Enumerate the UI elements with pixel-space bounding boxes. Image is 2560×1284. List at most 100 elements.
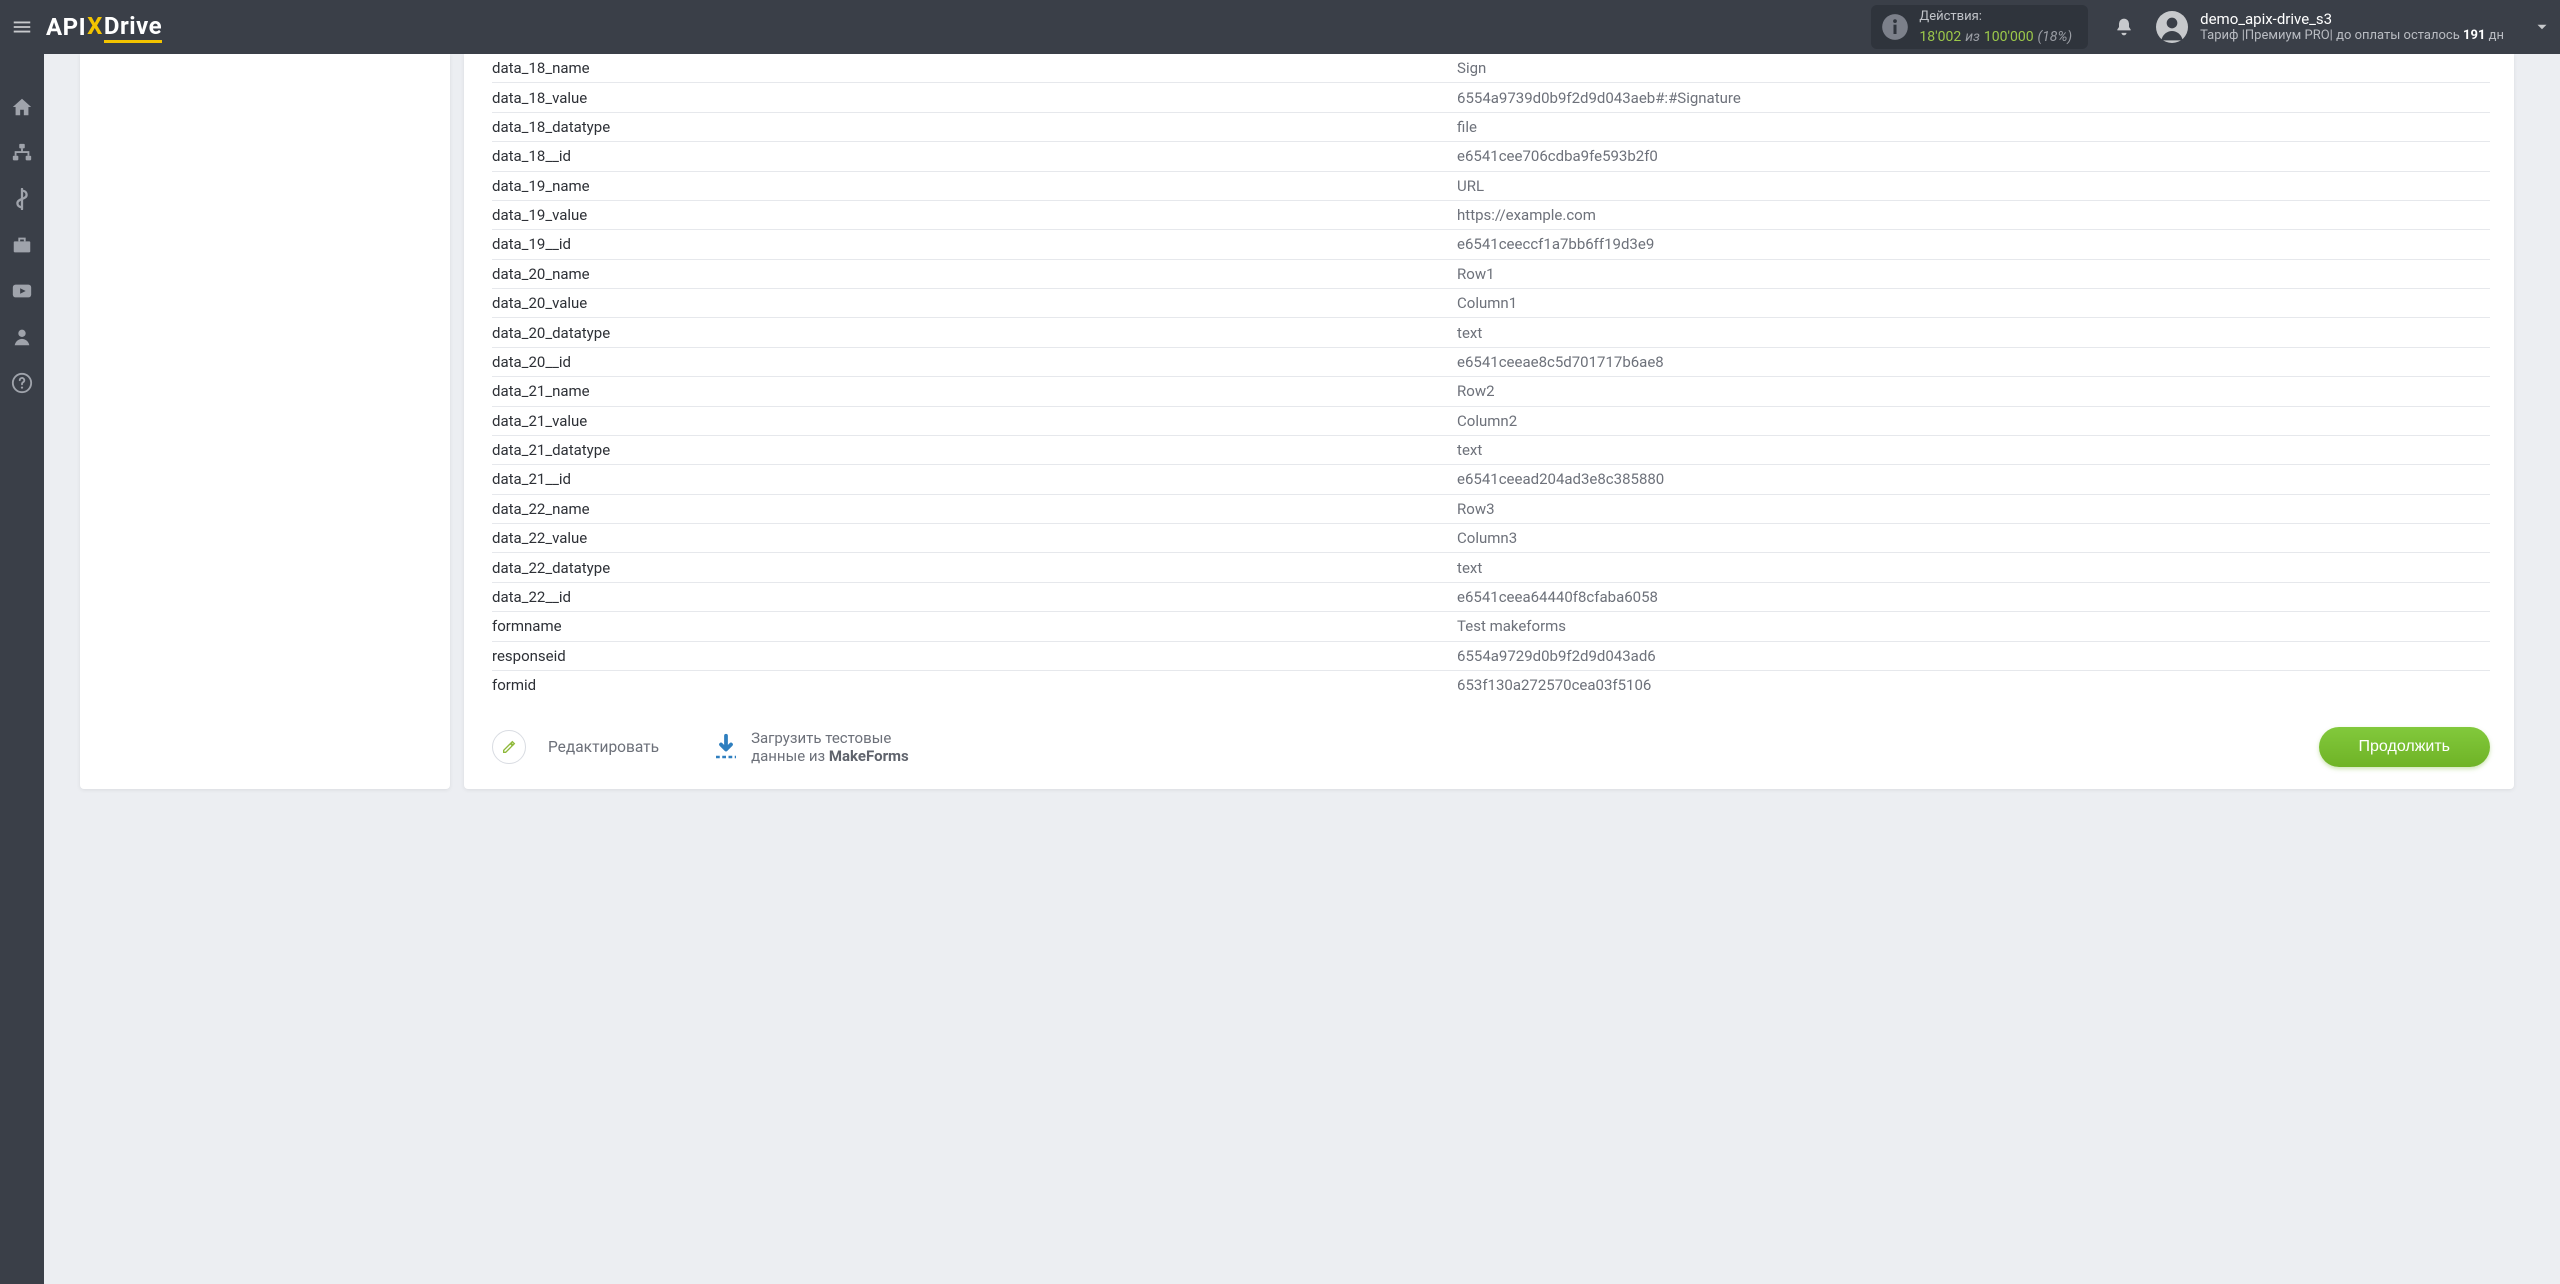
- edit-button[interactable]: [492, 730, 526, 764]
- row-value: 6554a9729d0b9f2d9d043ad6: [1457, 641, 2490, 670]
- load-text: Загрузить тестовые данные из MakeForms: [751, 729, 909, 765]
- table-row: data_20__ide6541ceeae8c5d701717b6ae8: [492, 347, 2490, 376]
- left-panel: [80, 54, 450, 789]
- row-value: Column1: [1457, 289, 2490, 318]
- table-row: data_19_nameURL: [492, 171, 2490, 200]
- main-panel: data_18_nameSigndata_18_value6554a9739d0…: [464, 54, 2514, 789]
- row-key: data_21__id: [492, 465, 1457, 494]
- row-value: text: [1457, 553, 2490, 582]
- actions-counter[interactable]: Действия: 18'002 из 100'000 (18%): [1871, 5, 2088, 48]
- download-icon: [711, 732, 741, 762]
- actions-total: 100'000: [1984, 29, 2034, 45]
- edit-label[interactable]: Редактировать: [548, 738, 659, 756]
- actions-pct: (18%): [2038, 29, 2073, 45]
- row-value: Sign: [1457, 54, 2490, 83]
- row-value: Test makeforms: [1457, 612, 2490, 641]
- row-key: data_19_value: [492, 200, 1457, 229]
- table-row: data_20_datatypetext: [492, 318, 2490, 347]
- user-name: demo_apix-drive_s3: [2200, 10, 2504, 29]
- data-table-wrap: data_18_nameSigndata_18_value6554a9739d0…: [464, 54, 2514, 713]
- row-key: formname: [492, 612, 1457, 641]
- help-icon[interactable]: [11, 372, 33, 394]
- row-value: 6554a9739d0b9f2d9d043aeb#:#Signature: [1457, 83, 2490, 112]
- row-value: Column2: [1457, 406, 2490, 435]
- actions-of: из: [1965, 29, 1980, 45]
- row-value: 653f130a272570cea03f5106: [1457, 670, 2490, 699]
- avatar-icon: [2156, 11, 2188, 43]
- table-row: data_21__ide6541ceead204ad3e8c385880: [492, 465, 2490, 494]
- bell-icon: [2114, 16, 2134, 38]
- chevron-down-icon: [2533, 18, 2551, 36]
- row-key: data_21_value: [492, 406, 1457, 435]
- row-key: data_22_datatype: [492, 553, 1457, 582]
- info-icon: [1881, 13, 1909, 41]
- row-key: data_18_datatype: [492, 112, 1457, 141]
- brand-part2: Drive: [104, 12, 162, 43]
- data-table: data_18_nameSigndata_18_value6554a9739d0…: [492, 54, 2490, 699]
- table-row: formnameTest makeforms: [492, 612, 2490, 641]
- user-dropdown-toggle[interactable]: [2524, 18, 2560, 36]
- notifications-button[interactable]: [2106, 16, 2142, 38]
- row-key: formid: [492, 670, 1457, 699]
- table-row: responseid6554a9729d0b9f2d9d043ad6: [492, 641, 2490, 670]
- table-row: data_18_nameSign: [492, 54, 2490, 83]
- continue-button[interactable]: Продолжить: [2319, 727, 2490, 767]
- row-key: data_22_name: [492, 494, 1457, 523]
- table-row: data_22__ide6541ceea64440f8cfaba6058: [492, 582, 2490, 611]
- row-value: e6541ceeccf1a7bb6ff19d3e9: [1457, 230, 2490, 259]
- row-value: Column3: [1457, 524, 2490, 553]
- table-row: data_22_datatypetext: [492, 553, 2490, 582]
- user-menu[interactable]: demo_apix-drive_s3 Тариф |Премиум PRO| д…: [2156, 10, 2524, 45]
- pencil-icon: [501, 739, 517, 755]
- row-key: data_21_name: [492, 377, 1457, 406]
- actions-label: Действия:: [1919, 9, 2072, 25]
- row-value: text: [1457, 318, 2490, 347]
- row-value: text: [1457, 435, 2490, 464]
- brand-logo[interactable]: APIXDrive: [46, 12, 162, 43]
- table-row: data_22_valueColumn3: [492, 524, 2490, 553]
- table-row: data_22_nameRow3: [492, 494, 2490, 523]
- account-icon[interactable]: [11, 326, 33, 348]
- hamburger-icon: [11, 16, 33, 38]
- table-row: data_21_datatypetext: [492, 435, 2490, 464]
- row-key: data_20_datatype: [492, 318, 1457, 347]
- row-value: https://example.com: [1457, 200, 2490, 229]
- row-value: e6541cee706cdba9fe593b2f0: [1457, 142, 2490, 171]
- row-key: data_18__id: [492, 142, 1457, 171]
- table-row: data_18_datatypefile: [492, 112, 2490, 141]
- row-key: data_21_datatype: [492, 435, 1457, 464]
- row-key: data_20__id: [492, 347, 1457, 376]
- table-row: data_19__ide6541ceeccf1a7bb6ff19d3e9: [492, 230, 2490, 259]
- row-key: data_18_name: [492, 54, 1457, 83]
- briefcase-icon[interactable]: [11, 234, 33, 256]
- row-key: data_22__id: [492, 582, 1457, 611]
- video-icon[interactable]: [11, 280, 33, 302]
- table-row: data_21_valueColumn2: [492, 406, 2490, 435]
- row-value: file: [1457, 112, 2490, 141]
- integrations-icon[interactable]: [11, 142, 33, 164]
- table-row: data_21_nameRow2: [492, 377, 2490, 406]
- billing-icon[interactable]: [11, 188, 33, 210]
- user-tariff: Тариф |Премиум PRO| до оплаты осталось 1…: [2200, 28, 2504, 44]
- row-key: data_20_value: [492, 289, 1457, 318]
- actions-used: 18'002: [1919, 29, 1961, 45]
- row-value: Row3: [1457, 494, 2490, 523]
- table-row: data_19_valuehttps://example.com: [492, 200, 2490, 229]
- row-value: URL: [1457, 171, 2490, 200]
- page-content: data_18_nameSigndata_18_value6554a9739d0…: [44, 54, 2560, 1284]
- row-key: data_20_name: [492, 259, 1457, 288]
- home-icon[interactable]: [11, 96, 33, 118]
- table-row: data_20_nameRow1: [492, 259, 2490, 288]
- row-key: data_22_value: [492, 524, 1457, 553]
- sidebar: [0, 54, 44, 1284]
- row-key: data_18_value: [492, 83, 1457, 112]
- row-value: Row2: [1457, 377, 2490, 406]
- row-value: e6541ceead204ad3e8c385880: [1457, 465, 2490, 494]
- brand-part1: API: [46, 13, 86, 41]
- load-test-data-button[interactable]: Загрузить тестовые данные из MakeForms: [711, 729, 909, 765]
- table-row: data_18__ide6541cee706cdba9fe593b2f0: [492, 142, 2490, 171]
- table-row: data_20_valueColumn1: [492, 289, 2490, 318]
- topbar: APIXDrive Действия: 18'002 из 100'000 (1…: [0, 0, 2560, 54]
- brand-x: X: [87, 12, 103, 40]
- menu-button[interactable]: [0, 0, 44, 54]
